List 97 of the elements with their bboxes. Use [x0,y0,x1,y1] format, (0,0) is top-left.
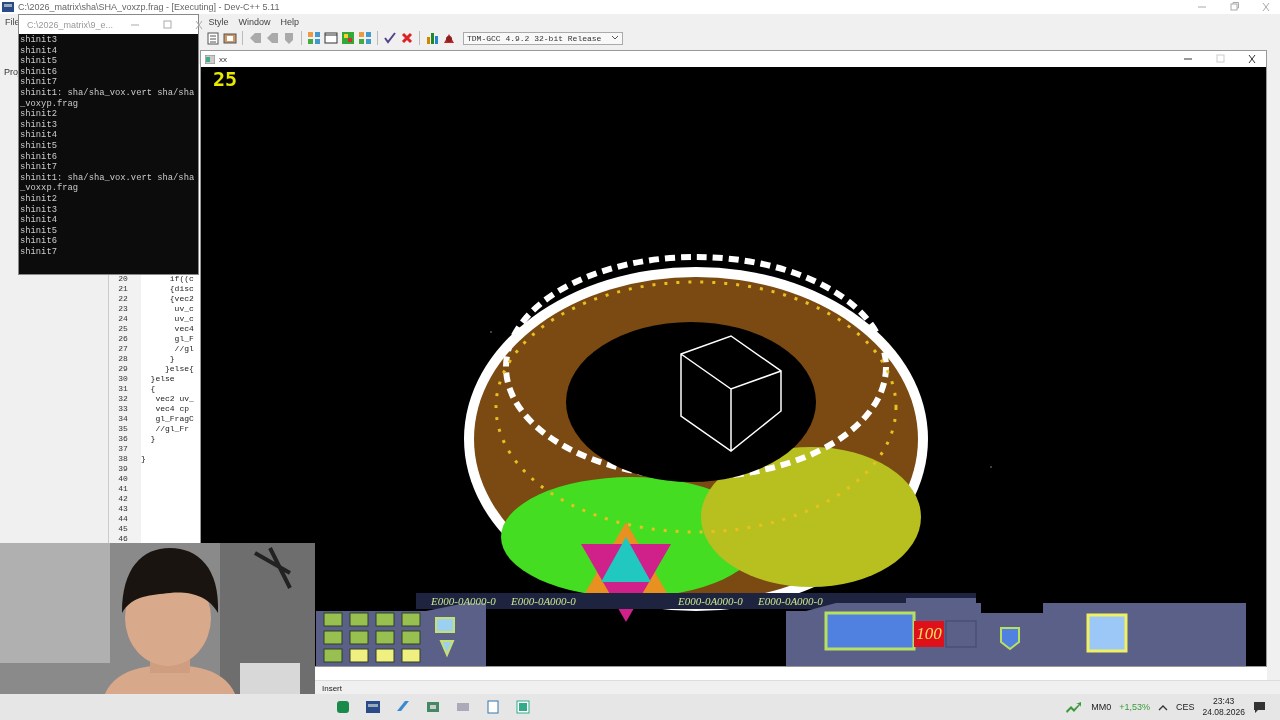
code-line: gl_FragC [154,413,194,423]
code-line: } [141,453,146,463]
line-number: 38 [117,453,129,463]
console-line: shinit4 [20,130,58,141]
line-number: 24 [117,313,129,323]
console-line: shinit7 [20,246,58,258]
arrow-icon[interactable] [248,31,262,45]
line-number: 23 [117,303,129,313]
notification-icon[interactable] [1253,701,1266,713]
code-line: vec4 cp [154,403,189,413]
code-line: { [149,383,156,393]
line-number: 32 [117,393,129,403]
console-line: shinit6 [20,236,58,247]
close-icon[interactable] [400,31,414,45]
console-line: shinit6 [20,66,58,77]
code-line: }else{ [164,363,194,373]
line-number: 33 [117,403,129,413]
menu-item[interactable]: Window [238,16,271,27]
line-number: 41 [117,483,129,493]
clock[interactable]: 23:43 24.08.2026 [1202,696,1245,718]
palette-icon[interactable] [341,31,355,45]
caret-icon [611,35,619,41]
line-number: 29 [117,363,129,373]
code-line: vec2 uv_ [154,393,194,403]
line-number: 25 [117,323,129,333]
compiler-dropdown[interactable]: TDM-GCC 4.9.2 32-bit Release [463,31,623,45]
app-icon[interactable] [335,699,351,715]
shield-icon[interactable] [282,31,296,45]
app-icon [2,2,14,12]
code-line: } [149,433,156,443]
line-number: 26 [117,333,129,343]
console-line: shinit2 [20,109,58,120]
code-line: }else [149,373,175,383]
console-line: shinit7 [20,162,58,173]
arrow-icon[interactable] [265,31,279,45]
chevron-up-icon[interactable] [1157,703,1168,711]
window-icon [205,54,215,64]
line-number: 37 [117,443,129,453]
app-icon[interactable] [365,699,381,715]
language-indicator[interactable]: CES [1175,702,1195,712]
console-line: shinit5 [20,56,58,67]
ticker-change: +1,53% [1119,702,1150,712]
line-number: 46 [117,533,129,543]
menu-item[interactable]: Help [280,16,300,27]
console-line: shinit4 [20,215,58,226]
line-number: 43 [117,503,129,513]
line-number: 39 [117,463,129,473]
line-number: 28 [117,353,129,363]
window-icon[interactable] [324,31,338,45]
code-line: {vec2 [168,293,194,303]
code-line: } [168,353,175,363]
grid-icon[interactable] [358,31,372,45]
code-line: if((c [168,273,194,283]
film-icon[interactable] [223,31,237,45]
line-number: 36 [117,433,129,443]
line-number: 35 [117,423,129,433]
code-line: //gl_Fr [154,423,189,433]
line-number: 44 [117,513,129,523]
app-icon[interactable] [515,699,531,715]
panel-tab[interactable]: Proj [4,67,20,77]
console-line: shinit3 [20,35,58,46]
line-number: 21 [117,283,129,293]
line-number: 45 [117,523,129,533]
window-title: C:\2026_matrix\sha\SHA_voxzp.frag - [Executing] - Dev-C++ 5.11 [18,2,280,12]
code-line: gl_F [173,333,194,343]
console-line: shinit3 [20,204,58,215]
bar-chart-icon[interactable] [425,31,439,45]
ticker-label: MM0 [1091,702,1112,712]
console-line: shinit6 [20,151,58,162]
code-line: uv_c [173,313,194,323]
line-number: 22 [117,293,129,303]
code-line: vec4 [173,323,194,333]
line-number: 27 [117,343,129,353]
console-line: shinit4 [20,45,58,56]
code-line: uv_c [173,303,194,313]
window-title: C:\2026_matrix\9_e... [27,19,114,30]
console-line: shinit5 [20,140,58,152]
menu-item[interactable]: Style [208,16,229,27]
window-title: xx [219,54,227,64]
line-number: 34 [117,413,129,423]
grid-icon[interactable] [307,31,321,45]
stock-arrow-icon[interactable] [1065,701,1084,713]
list-icon[interactable] [206,31,220,45]
line-number: 42 [117,493,129,503]
console-line: shinit3 [20,119,58,130]
console-line: shinit2 [20,193,58,205]
line-number: 30 [117,373,129,383]
code-line: //gl [173,343,194,353]
console-line: shinit7 [20,77,58,88]
line-number: 40 [117,473,129,483]
line-number: 20 [117,273,129,283]
status-text: Insert [322,684,342,693]
console-line: shinit5 [20,225,58,236]
app-icon[interactable] [425,699,441,715]
check-icon[interactable] [383,31,397,45]
code-line: {disc [168,283,194,293]
line-number: 31 [117,383,129,393]
